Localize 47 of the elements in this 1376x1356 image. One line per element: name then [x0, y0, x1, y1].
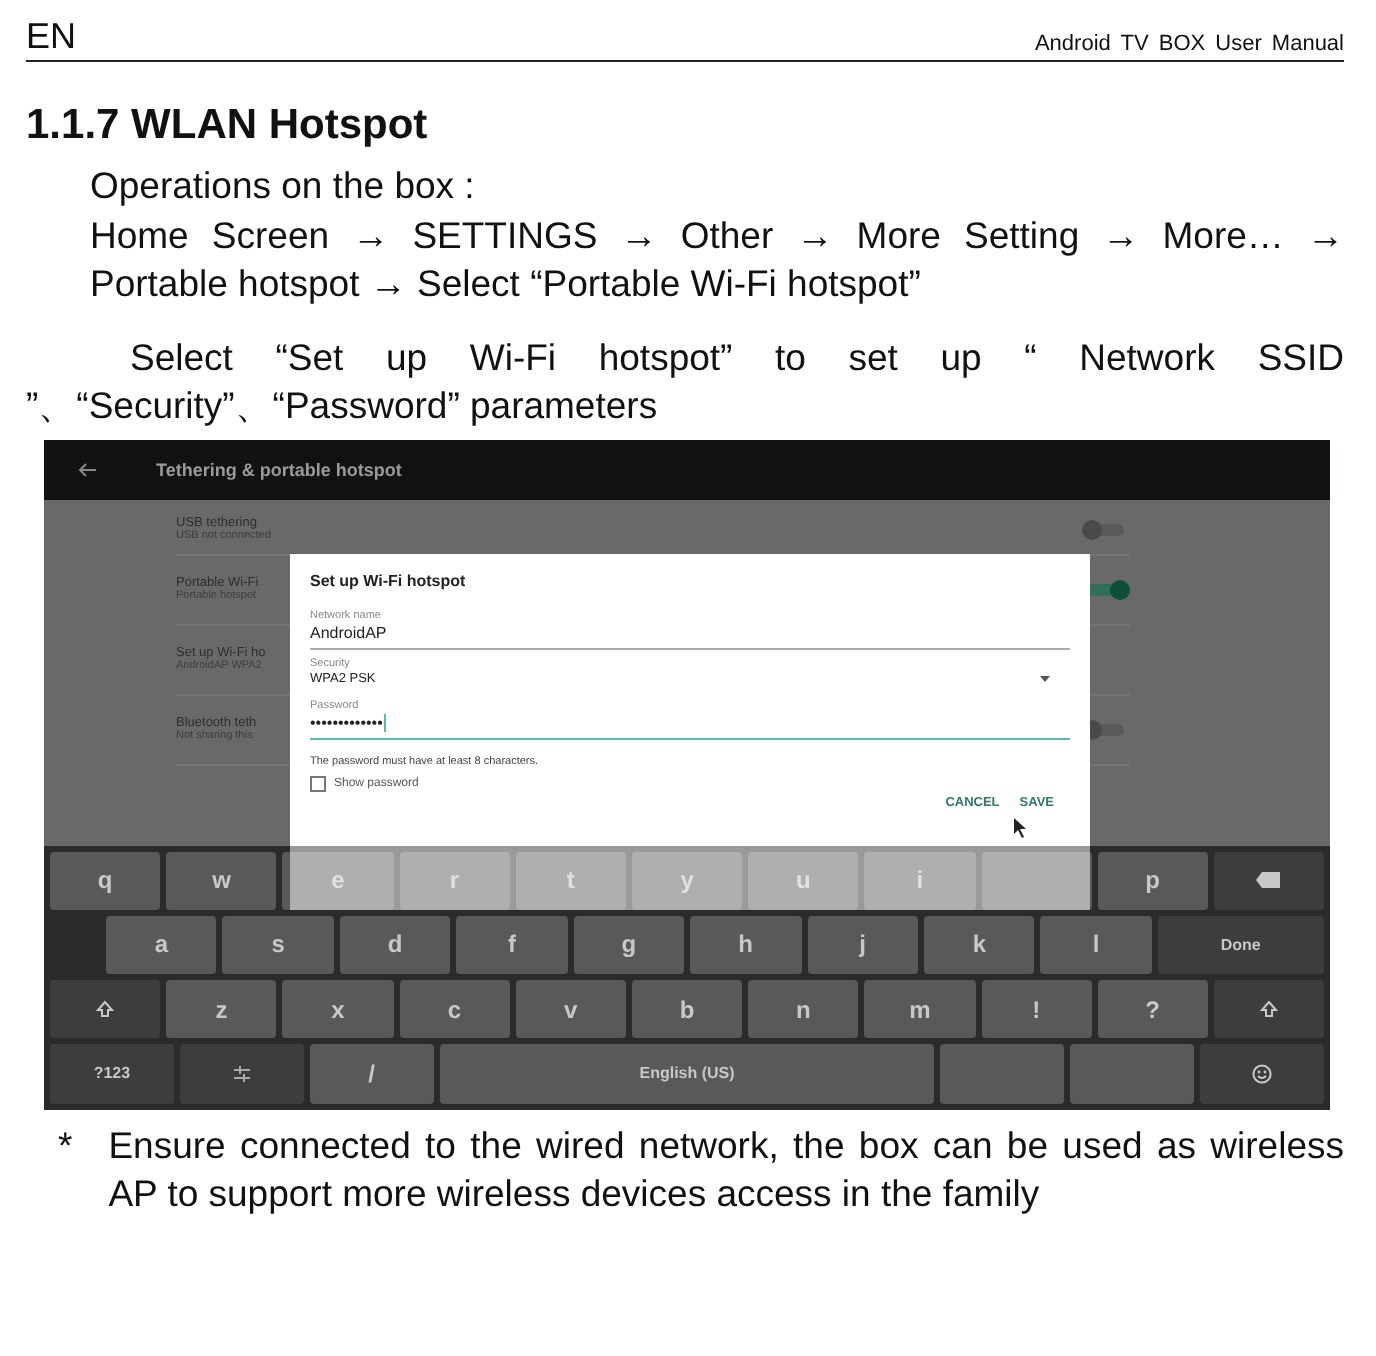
checkbox[interactable] — [310, 775, 326, 791]
keyboard-key[interactable]: v — [515, 980, 626, 1039]
keyboard-key[interactable]: a — [106, 915, 217, 974]
input-field[interactable]: ••••••••••••• — [310, 711, 1070, 739]
backspace-icon — [1256, 872, 1281, 889]
smiley-icon — [1252, 1063, 1273, 1084]
shift-icon — [1259, 1000, 1278, 1019]
steps-intro: Operations on the box : — [90, 162, 477, 210]
keyboard-key[interactable]: w — [166, 851, 277, 910]
keyboard-key[interactable]: x — [282, 980, 394, 1039]
keyboard-key[interactable]: d — [339, 915, 451, 974]
keyboard-key[interactable]: q — [50, 851, 161, 910]
sliders-icon — [233, 1065, 250, 1082]
back-arrow-icon[interactable] — [78, 461, 96, 477]
note-mark: * — [58, 1121, 73, 1169]
app-bar-title: Tethering & portable hotspot — [156, 459, 402, 479]
manual-title: Android TV BOX User Manual — [1034, 32, 1344, 56]
keyboard-key[interactable]: m — [864, 980, 975, 1039]
keyboard-key[interactable]: / — [309, 1044, 434, 1103]
note-text: Ensure connected to the wired network, the box can be used as wireless AP to support more wireless devices access in the family — [108, 1121, 1344, 1218]
keyboard-key[interactable]: c — [399, 980, 510, 1039]
keyboard-key[interactable]: p — [1097, 851, 1208, 910]
dialog-title: Set up Wi-Fi hotspot — [310, 571, 468, 589]
keyboard-key[interactable]: z — [166, 980, 277, 1039]
keyboard-key[interactable]: h — [690, 915, 802, 974]
keyboard-key[interactable]: j — [807, 915, 918, 974]
instruction-text: Select “Set up Wi-Fi hotspot” to set up “ Network SSID ”、“Security”、“Password” parameters — [26, 333, 1344, 430]
dropdown-caret-icon — [1040, 675, 1050, 681]
keyboard-key[interactable]: ?123 — [50, 1044, 174, 1103]
section-heading: 1.1.7 WLAN Hotspot — [26, 102, 430, 150]
keyboard-key[interactable]: English (US) — [439, 1044, 935, 1103]
mouse-cursor-icon — [1014, 817, 1028, 837]
keyboard-key[interactable]: s — [222, 915, 334, 974]
language-label: EN — [26, 16, 77, 56]
keyboard-key[interactable]: ! — [981, 980, 1092, 1039]
keyboard-key[interactable]: Done — [1157, 915, 1324, 974]
keyboard-key[interactable]: l — [1040, 915, 1152, 974]
keyboard-key[interactable]: f — [456, 915, 568, 974]
keyboard-key[interactable] — [1213, 851, 1325, 910]
keyboard-key[interactable]: k — [923, 915, 1035, 974]
keyboard-key[interactable]: ? — [1097, 980, 1208, 1039]
input-field[interactable]: AndroidAP — [310, 621, 1070, 649]
shift-icon — [96, 1000, 115, 1019]
keyboard-key[interactable]: n — [748, 980, 859, 1039]
keyboard-key[interactable]: b — [631, 980, 743, 1039]
steps-path: Home Screen → SETTINGS → Other → More Setting → More… → Portable hotspot → Select “Portable Wi-Fi hotspot” — [90, 211, 1344, 308]
keyboard-key[interactable]: g — [573, 915, 685, 974]
